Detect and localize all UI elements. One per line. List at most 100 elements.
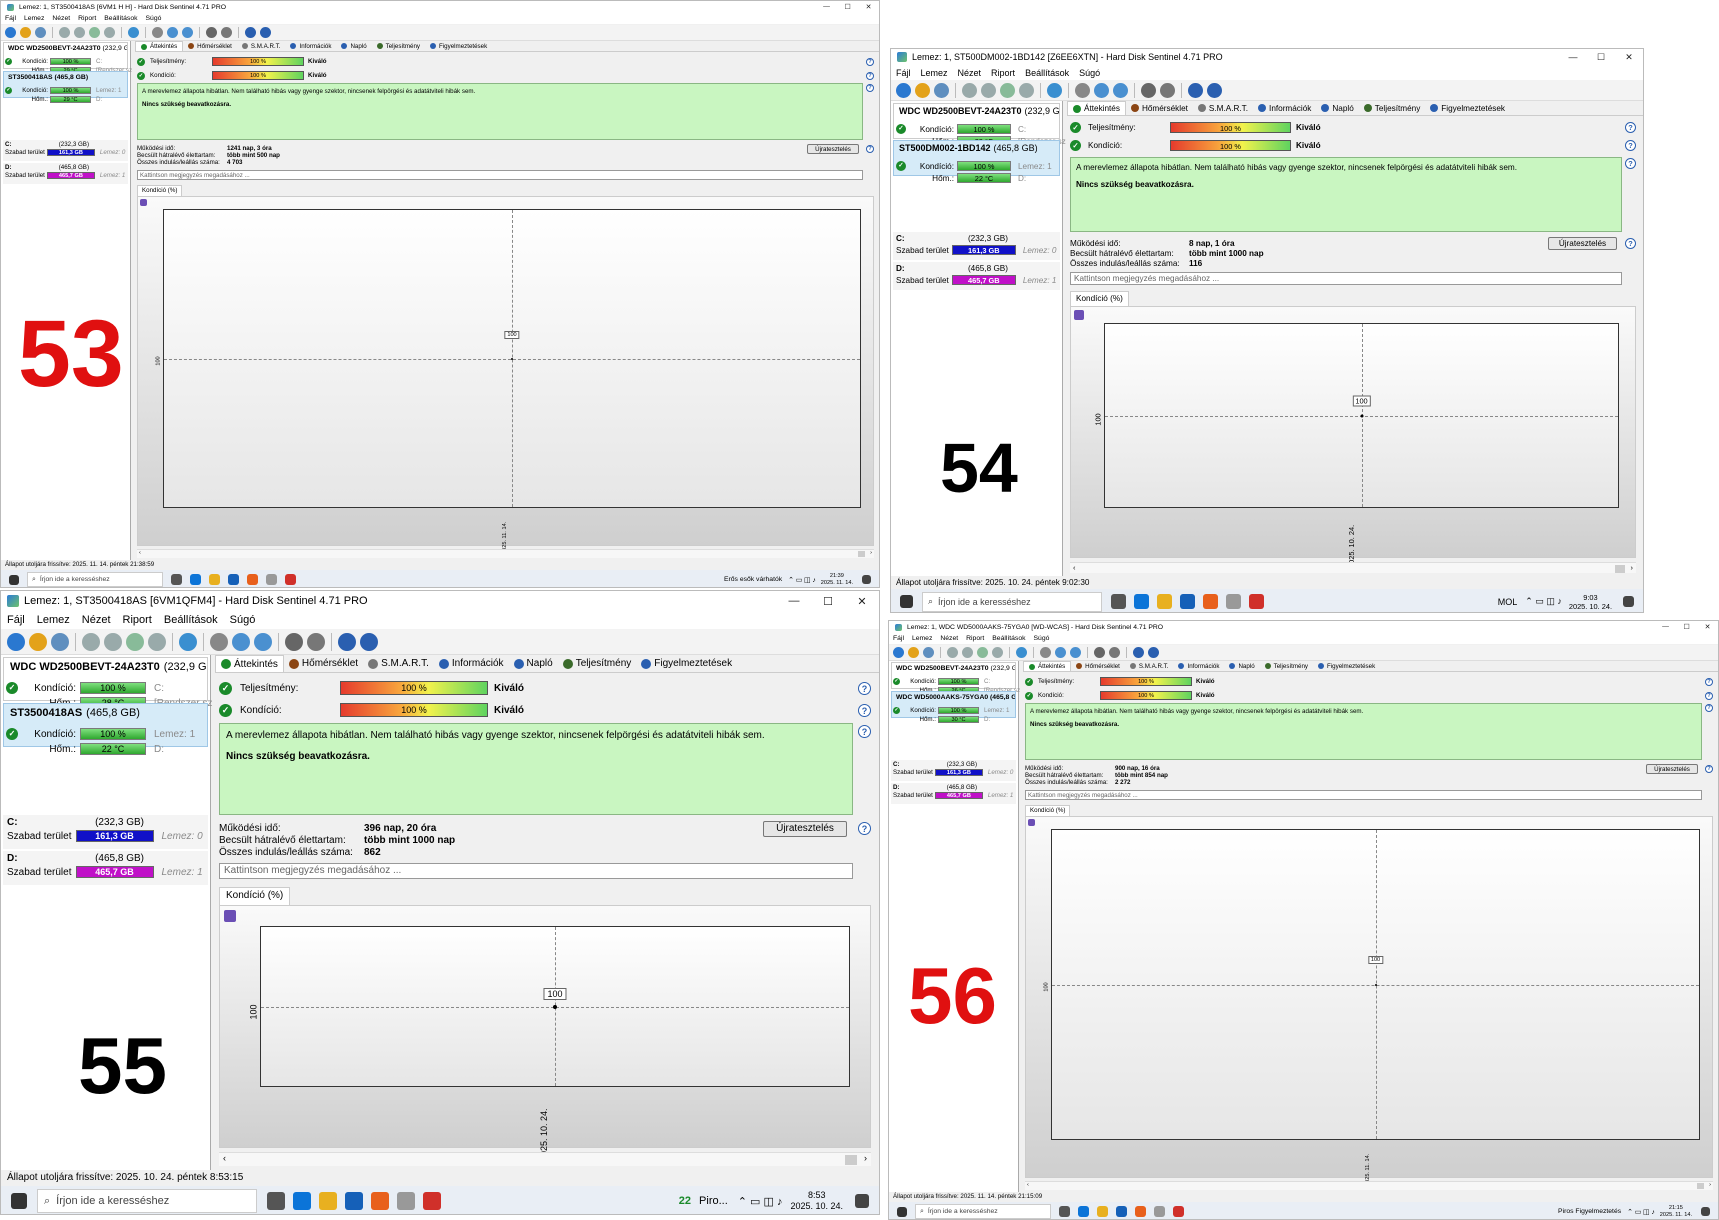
help-icon[interactable]: ? [1705,765,1713,773]
tab-4[interactable]: Napló [336,41,371,51]
note-input[interactable]: Kattintson megjegyzés megadásához ... [1025,790,1702,800]
start-icon[interactable] [11,1193,27,1209]
start-icon[interactable] [900,595,913,608]
taskbar-search[interactable]: ⌕ Írjon ide a keresséshez [922,591,1102,612]
tab-4[interactable]: Napló [1316,101,1358,115]
tab-3[interactable]: Információk [1173,661,1224,671]
refresh-icon[interactable] [896,82,911,98]
speaker-icon[interactable] [307,632,325,651]
chart-tab[interactable]: Kondíció (%) [1070,291,1129,306]
scroll-right-arrow[interactable]: › [1709,1182,1711,1188]
globe-icon[interactable] [179,632,197,651]
taskbar-app-4[interactable] [247,574,258,585]
sync-icon[interactable] [167,27,178,38]
tab-4[interactable]: Napló [1224,661,1259,671]
disk-card-1[interactable]: WDC WD2500BEVT-24A23T0(232,9 GB) ✓ Kondíci… [891,662,1020,694]
tab-6[interactable]: Figyelmeztetések [1425,101,1510,115]
speaker-icon[interactable] [1160,82,1175,98]
disk-card-2[interactable]: ST3500418AS (465,8 GB) ✓ Kondíció: 100 % Lem… [3,71,128,103]
drive-icon-2[interactable] [104,632,122,651]
monitor-icon[interactable] [1141,82,1156,98]
info-icon[interactable] [1207,82,1222,98]
taskbar-app-3[interactable] [228,574,239,585]
globe-icon[interactable] [1047,82,1062,98]
menu-item-1[interactable]: Lemez [20,15,48,22]
maximize-button[interactable]: ☐ [837,3,858,11]
tab-5[interactable]: Teljesítmény [1359,101,1426,115]
taskbar-app-0[interactable] [1059,1206,1070,1217]
taskbar-app-5[interactable] [266,574,277,585]
taskbar-search[interactable]: ⌕ Írjon ide a keresséshez [27,572,163,587]
save-icon[interactable] [1028,819,1035,826]
taskbar-app-4[interactable] [371,1192,389,1210]
menu-item-1[interactable]: Lemez [31,614,76,626]
retest-button[interactable]: Újratesztelés [807,144,859,154]
disk-card-1[interactable]: WDC WD2500BEVT-24A23T0(232,9 GB) ✓ Kondíci… [3,657,212,709]
report-icon[interactable] [1075,82,1090,98]
taskbar-app-5[interactable] [1154,1206,1165,1217]
drive-icon-2[interactable] [962,647,973,658]
tab-5[interactable]: Teljesítmény [1260,661,1313,671]
taskbar-app-1[interactable] [1078,1206,1089,1217]
help-icon[interactable]: ? [858,681,871,695]
horizontal-scrollbar[interactable]: ‹ › [1070,562,1636,573]
chart-tab[interactable]: Kondíció (%) [137,185,183,196]
save-icon[interactable] [224,910,236,922]
disk-card-2[interactable]: ST3500418AS (465,8 GB) ✓ Kondíció: 100 % Leme… [3,703,208,755]
drive-icon-4[interactable] [104,27,115,38]
note-input[interactable]: Kattintson megjegyzés megadásához ... [219,863,853,879]
report-icon[interactable] [210,632,228,651]
drive-icon-4[interactable] [1019,82,1034,98]
save-icon[interactable] [140,199,147,206]
tab-3[interactable]: Információk [434,655,509,672]
drive-icon-2[interactable] [74,27,85,38]
scroll-thumb[interactable] [858,551,865,557]
close-button[interactable]: ✕ [1697,623,1718,631]
menu-item-2[interactable]: Nézet [48,15,74,22]
help-icon[interactable]: ? [1705,677,1713,686]
volume-0[interactable]: C: (232,3 GB) Szabad terület 161,3 GB Lemez:… [3,815,208,849]
volume-1[interactable]: D: (465,8 GB) Szabad terület 465,7 GB Lemez:… [3,851,208,885]
scroll-right-arrow[interactable]: › [1631,563,1633,572]
scroll-left-arrow[interactable]: ‹ [139,550,141,556]
scroll-left-arrow[interactable]: ‹ [1073,563,1075,572]
help-icon[interactable]: ? [1625,238,1636,249]
sync-icon[interactable] [232,632,250,651]
health-icon[interactable] [908,647,919,658]
minimize-button[interactable]: — [816,3,837,11]
drive-icon-3[interactable] [977,647,988,658]
taskbar-app-1[interactable] [293,1192,311,1210]
menu-item-2[interactable]: Nézet [936,635,962,642]
notification-icon[interactable] [855,1194,869,1208]
speaker-icon[interactable] [1109,647,1120,658]
refresh-icon[interactable] [7,632,25,651]
disk-card-1[interactable]: WDC WD2500BEVT-24A23T0(232,9 GB) ✓ Kondíci… [893,103,1066,146]
chart-tab[interactable]: Kondíció (%) [219,887,291,905]
network-icon[interactable] [1113,82,1128,98]
taskbar-app-0[interactable] [1111,594,1126,609]
start-icon[interactable] [897,1206,907,1217]
help-icon[interactable]: ? [866,71,874,80]
help-icon[interactable]: ? [858,725,871,738]
volume-1[interactable]: D: (465,8 GB) Szabad terület 465,7 GB Lemez:… [891,783,1016,804]
drive-icon-2[interactable] [981,82,996,98]
horizontal-scrollbar[interactable]: ‹ › [219,1152,871,1166]
taskbar-app-2[interactable] [319,1192,337,1210]
info-icon[interactable] [360,632,378,651]
volume-0[interactable]: C: (232,3 GB) Szabad terület 161,3 GB Lemez:… [3,140,128,161]
help-icon[interactable]: ? [1625,140,1636,151]
speaker-icon[interactable] [221,27,232,38]
health-icon[interactable] [915,82,930,98]
tab-3[interactable]: Információk [1253,101,1316,115]
menu-item-5[interactable]: Súgó [1074,68,1105,78]
help-icon[interactable]: ? [866,145,874,153]
menu-item-2[interactable]: Nézet [76,614,117,626]
health-icon[interactable] [20,27,31,38]
note-input[interactable]: Kattintson megjegyzés megadásához ... [1070,272,1622,285]
scroll-right-arrow[interactable]: › [864,1153,867,1163]
menu-item-3[interactable]: Riport [962,635,988,642]
menu-item-4[interactable]: Beállítások [100,15,141,22]
help-icon[interactable] [1133,647,1144,658]
disk-icon[interactable] [35,27,46,38]
sync-icon[interactable] [1055,647,1066,658]
